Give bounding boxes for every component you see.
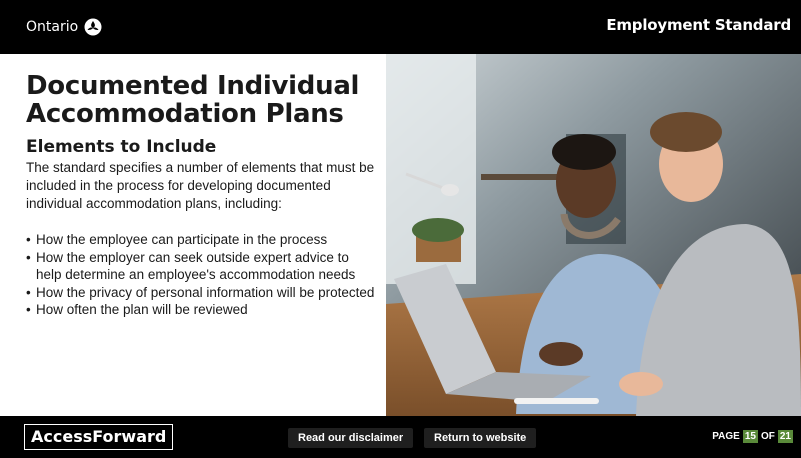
total-pages-number: 21 xyxy=(777,430,793,443)
bullet-icon: • xyxy=(26,284,31,300)
page-of-label: OF xyxy=(760,431,775,442)
workplace-photo xyxy=(386,54,801,416)
bottom-bar: AccessForward Read our disclaimer Return… xyxy=(0,416,801,458)
list-item: • How the employee can participate in the… xyxy=(26,231,376,249)
ontario-logo[interactable]: Ontario xyxy=(26,14,102,40)
page-indicator: PAGE 15 OF 21 xyxy=(712,430,793,443)
bullet-icon: • xyxy=(26,249,31,265)
list-item: • How the privacy of personal information… xyxy=(26,284,376,302)
current-page-number: 15 xyxy=(742,430,758,443)
list-item-text: How often the plan will be reviewed xyxy=(36,302,248,317)
course-title: Employment Standard xyxy=(606,16,791,34)
list-item: • How the employer can seek outside exper… xyxy=(26,249,376,284)
accessforward-logo[interactable]: AccessForward xyxy=(24,424,174,450)
content-panel: Documented Individual Accommodation Plan… xyxy=(0,54,386,416)
list-item-text: How the employer can seek outside expert… xyxy=(36,249,356,283)
section-heading: Elements to Include xyxy=(26,137,217,157)
disclaimer-button[interactable]: Read our disclaimer xyxy=(288,428,414,448)
page-label: PAGE xyxy=(712,431,740,442)
bullet-list: • How the employee can participate in the… xyxy=(26,231,376,319)
return-to-website-button[interactable]: Return to website xyxy=(424,428,537,448)
trillium-icon xyxy=(84,18,102,36)
intro-text: The standard specifies a number of eleme… xyxy=(26,160,375,211)
bullet-icon: • xyxy=(26,232,31,247)
bullet-icon: • xyxy=(26,302,31,317)
top-bar: Ontario Employment Standard xyxy=(0,0,801,54)
list-item-text: How the employee can participate in the … xyxy=(36,232,328,247)
list-item-text: How the privacy of personal information … xyxy=(36,284,375,300)
list-item: • How often the plan will be reviewed xyxy=(26,301,376,319)
page-title: Documented Individual Accommodation Plan… xyxy=(26,71,360,129)
logo-text: Ontario xyxy=(26,19,79,35)
